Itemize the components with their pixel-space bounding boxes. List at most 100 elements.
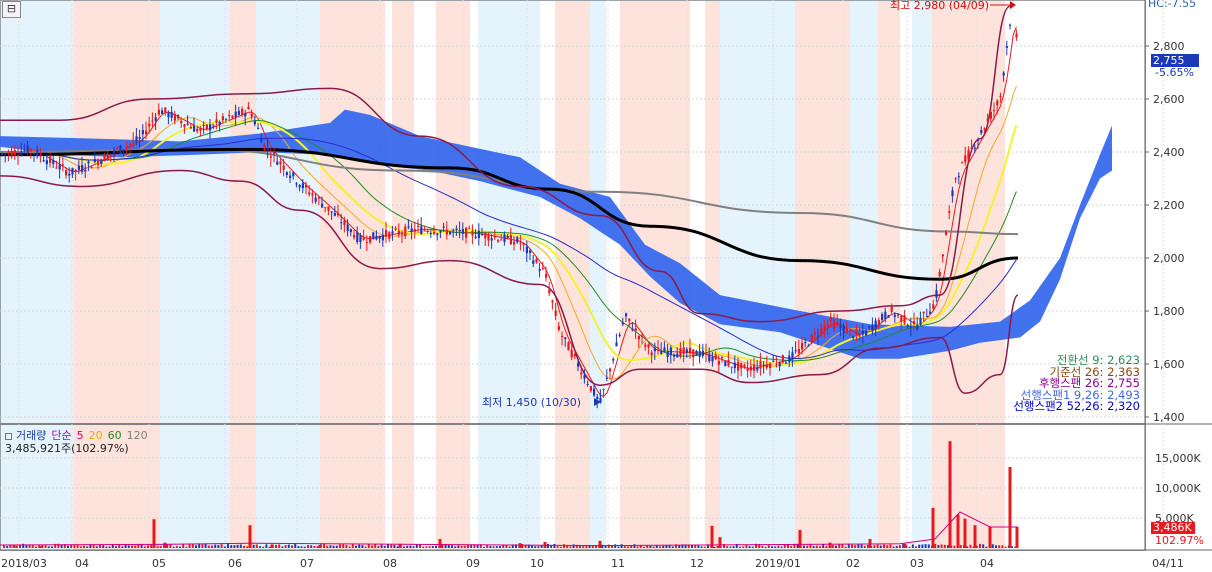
volume-bar (777, 545, 780, 548)
candle-body (145, 130, 148, 135)
shade-band (300, 0, 320, 550)
candle-body (970, 147, 973, 150)
candle-body (215, 119, 218, 123)
volume-bar (435, 545, 437, 548)
volume-bar (748, 546, 751, 548)
volume-bar (310, 545, 313, 548)
candle-body (186, 123, 189, 125)
candle-body (823, 325, 826, 330)
volume-bar (863, 546, 866, 548)
stock-chart-window: 1,400 1,600 1,800 2,000 2,200 2,400 2,600 2,800… (0, 0, 1212, 572)
candle-body (26, 145, 29, 154)
candle-body (929, 311, 932, 314)
candle-body (138, 137, 141, 139)
volume-bar (25, 545, 28, 548)
volume-bar (246, 546, 249, 548)
volume-bar (428, 546, 431, 548)
volume-bar (508, 546, 511, 548)
volume-bar (281, 546, 284, 548)
volume-bar (6, 545, 9, 548)
volume-bar (579, 546, 581, 548)
candle-body (516, 237, 519, 243)
candle-body (410, 228, 413, 232)
volume-bar (371, 545, 373, 548)
volume-bar (3, 545, 5, 548)
candle-body (141, 129, 144, 135)
candle-body (385, 230, 388, 237)
indicator-legend: 전환선 9: 2,623 기준선 26: 2,363 후행스팬 26: 2,755 선… (1013, 354, 1140, 413)
collapse-button[interactable]: ⊟ (2, 1, 21, 18)
candle-body (17, 154, 20, 156)
candle-body (157, 109, 160, 115)
volume-bar (335, 545, 338, 548)
candle-body (602, 388, 605, 390)
candle-body (698, 350, 701, 357)
candle-body (199, 128, 202, 131)
volume-bar (220, 544, 223, 548)
volume-bar (643, 546, 645, 548)
volume-bar (700, 546, 703, 548)
volume-bar (985, 546, 988, 548)
volume-bar (38, 546, 42, 548)
current-volume-box: 3,486K (1151, 522, 1195, 534)
candle-body (746, 368, 749, 371)
volume-bar (726, 546, 729, 548)
candle-body (100, 160, 103, 164)
volume-bar (412, 546, 415, 548)
candle-body (701, 350, 704, 356)
candle-body (397, 230, 400, 235)
candle-body (449, 231, 452, 235)
volume-bar (377, 545, 380, 548)
candle-body (212, 126, 215, 128)
volume-bar (297, 546, 300, 548)
candle-body (724, 361, 727, 366)
volume-legend-item: 120 (126, 429, 148, 442)
candle-body (577, 363, 580, 367)
high-arrowhead (1010, 1, 1016, 9)
candle-body (4, 153, 7, 155)
candle-body (753, 364, 756, 371)
candle-body (151, 120, 154, 122)
volume-bar (969, 544, 972, 548)
candle-body (541, 268, 544, 270)
volume-bar (41, 545, 44, 548)
volume-bar (764, 546, 767, 548)
candle-body (413, 229, 416, 232)
candle-body (817, 335, 820, 337)
volume-bar (815, 545, 818, 548)
volume-bar (623, 546, 626, 548)
volume-bar (143, 546, 146, 548)
volume-bar (409, 545, 412, 548)
candle-body (55, 167, 58, 169)
volume-bar (348, 546, 351, 548)
candle-body (113, 150, 116, 154)
candle-body (801, 342, 804, 350)
volume-bar (1015, 527, 1019, 548)
shade-band (74, 0, 95, 550)
candle-body (471, 230, 474, 236)
price-tick-label: 2,800 (1153, 40, 1185, 53)
candle-body (263, 143, 266, 150)
volume-bar (323, 544, 325, 548)
candle-body (193, 125, 196, 132)
candle-body (865, 330, 868, 336)
volume-bar (879, 545, 882, 548)
candle-body (804, 342, 807, 344)
volume-bar (959, 544, 962, 548)
candle-body (183, 124, 186, 128)
volume-bar (326, 545, 329, 548)
candle-body (65, 170, 68, 176)
candle-body (797, 348, 800, 354)
volume-bar (300, 546, 303, 548)
candle-body (209, 124, 212, 131)
candle-body (941, 254, 944, 257)
candle-body (103, 154, 106, 162)
candle-body (439, 230, 442, 233)
candle-body (81, 165, 84, 172)
candle-body (868, 326, 871, 328)
candle-body (109, 154, 112, 156)
volume-bar (665, 545, 668, 548)
candle-body (477, 230, 480, 239)
candle-body (909, 326, 912, 328)
candle-body (58, 164, 61, 170)
